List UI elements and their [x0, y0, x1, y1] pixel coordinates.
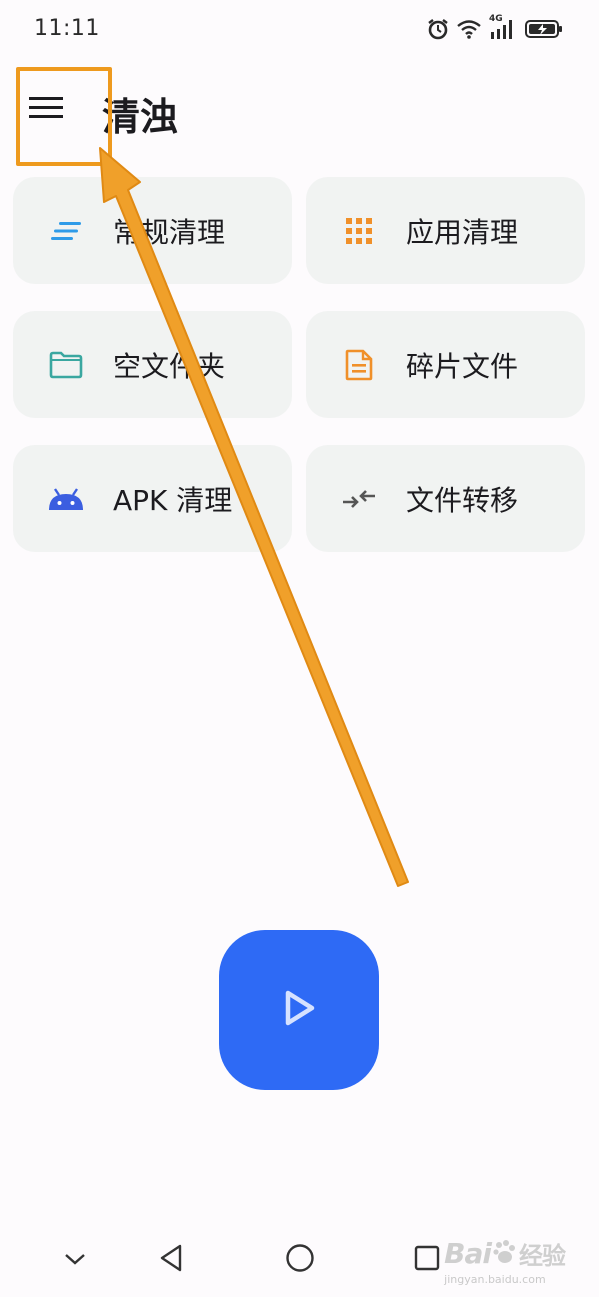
play-icon [282, 989, 316, 1031]
card-file-transfer[interactable]: 文件转移 [306, 445, 585, 552]
transfer-arrows-icon [340, 480, 378, 518]
home-button[interactable] [277, 1237, 323, 1283]
alarm-icon [427, 18, 449, 40]
card-app-clean[interactable]: 应用清理 [306, 177, 585, 284]
card-regular-clean[interactable]: 常规清理 [13, 177, 292, 284]
chevron-down-icon [64, 1251, 86, 1270]
clean-lines-icon [47, 212, 85, 250]
card-label: APK 清理 [113, 483, 233, 517]
recents-button[interactable] [404, 1237, 450, 1283]
hamburger-menu-icon [29, 95, 63, 125]
card-fragment-files[interactable]: 碎片文件 [306, 311, 585, 418]
app-grid-icon [340, 212, 378, 250]
menu-button[interactable] [22, 84, 70, 136]
wifi-icon [457, 19, 481, 39]
document-icon [340, 346, 378, 384]
signal-4g-icon: 4G [489, 14, 517, 40]
card-label: 应用清理 [406, 215, 519, 249]
folder-icon [47, 346, 85, 384]
start-clean-button[interactable] [219, 930, 379, 1090]
card-label: 文件转移 [406, 483, 519, 517]
android-icon [47, 480, 85, 518]
recents-square-icon [413, 1244, 441, 1276]
network-type-label: 4G [489, 14, 503, 24]
back-triangle-icon [158, 1243, 184, 1277]
back-button[interactable] [148, 1237, 194, 1283]
status-icons: 4G [427, 14, 563, 42]
card-empty-folder[interactable]: 空文件夹 [13, 311, 292, 418]
card-label: 常规清理 [113, 215, 226, 249]
page-title: 清浊 [102, 95, 179, 139]
battery-charging-icon [525, 19, 563, 39]
navigation-bar [0, 1225, 599, 1297]
status-bar: 11:11 4G [0, 0, 599, 58]
home-circle-icon [285, 1243, 315, 1277]
card-label: 空文件夹 [113, 349, 226, 383]
collapse-button[interactable] [52, 1237, 98, 1283]
card-apk-clean[interactable]: APK 清理 [13, 445, 292, 552]
status-time: 11:11 [34, 16, 100, 41]
card-label: 碎片文件 [406, 349, 519, 383]
